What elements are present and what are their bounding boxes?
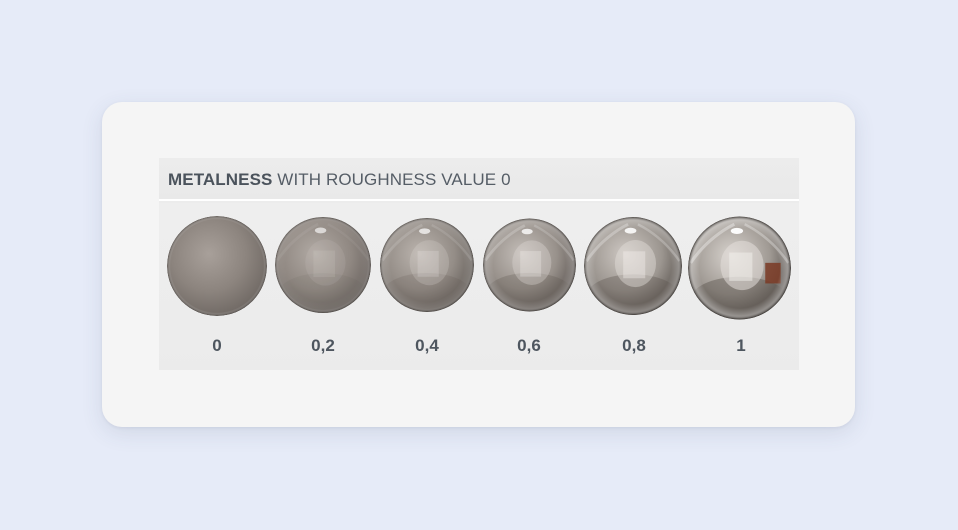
metalness-value-label: 0,6 bbox=[517, 336, 541, 355]
sphere-item: 0,6 bbox=[477, 203, 581, 370]
sphere-item: 0 bbox=[165, 203, 269, 370]
figure-title-rest: WITH ROUGHNESS VALUE 0 bbox=[272, 170, 511, 189]
material-sphere-icon bbox=[584, 216, 682, 316]
material-sphere-icon bbox=[275, 216, 371, 314]
figure-header: METALNESS WITH ROUGHNESS VALUE 0 bbox=[159, 158, 799, 201]
material-sphere-icon bbox=[167, 216, 267, 316]
figure-title: METALNESS WITH ROUGHNESS VALUE 0 bbox=[168, 170, 511, 190]
metalness-figure: METALNESS WITH ROUGHNESS VALUE 0 0 0,2 0… bbox=[159, 158, 799, 370]
sphere-item: 1 bbox=[688, 203, 793, 370]
sphere-row: 0 0,2 0,4 0,6 0,8 1 bbox=[159, 203, 799, 370]
sphere-item: 0,8 bbox=[582, 203, 686, 370]
sphere-item: 0,4 bbox=[375, 203, 479, 370]
metalness-value-label: 0,4 bbox=[415, 336, 439, 355]
material-sphere-icon bbox=[483, 217, 576, 313]
metalness-value-label: 0,8 bbox=[622, 336, 646, 355]
metalness-value-label: 1 bbox=[736, 336, 746, 355]
material-sphere-icon bbox=[688, 216, 791, 320]
figure-title-bold: METALNESS bbox=[168, 170, 273, 189]
material-sphere-icon bbox=[380, 217, 474, 313]
metalness-value-label: 0,2 bbox=[311, 336, 335, 355]
metalness-value-label: 0 bbox=[212, 336, 222, 355]
sphere-item: 0,2 bbox=[271, 203, 375, 370]
